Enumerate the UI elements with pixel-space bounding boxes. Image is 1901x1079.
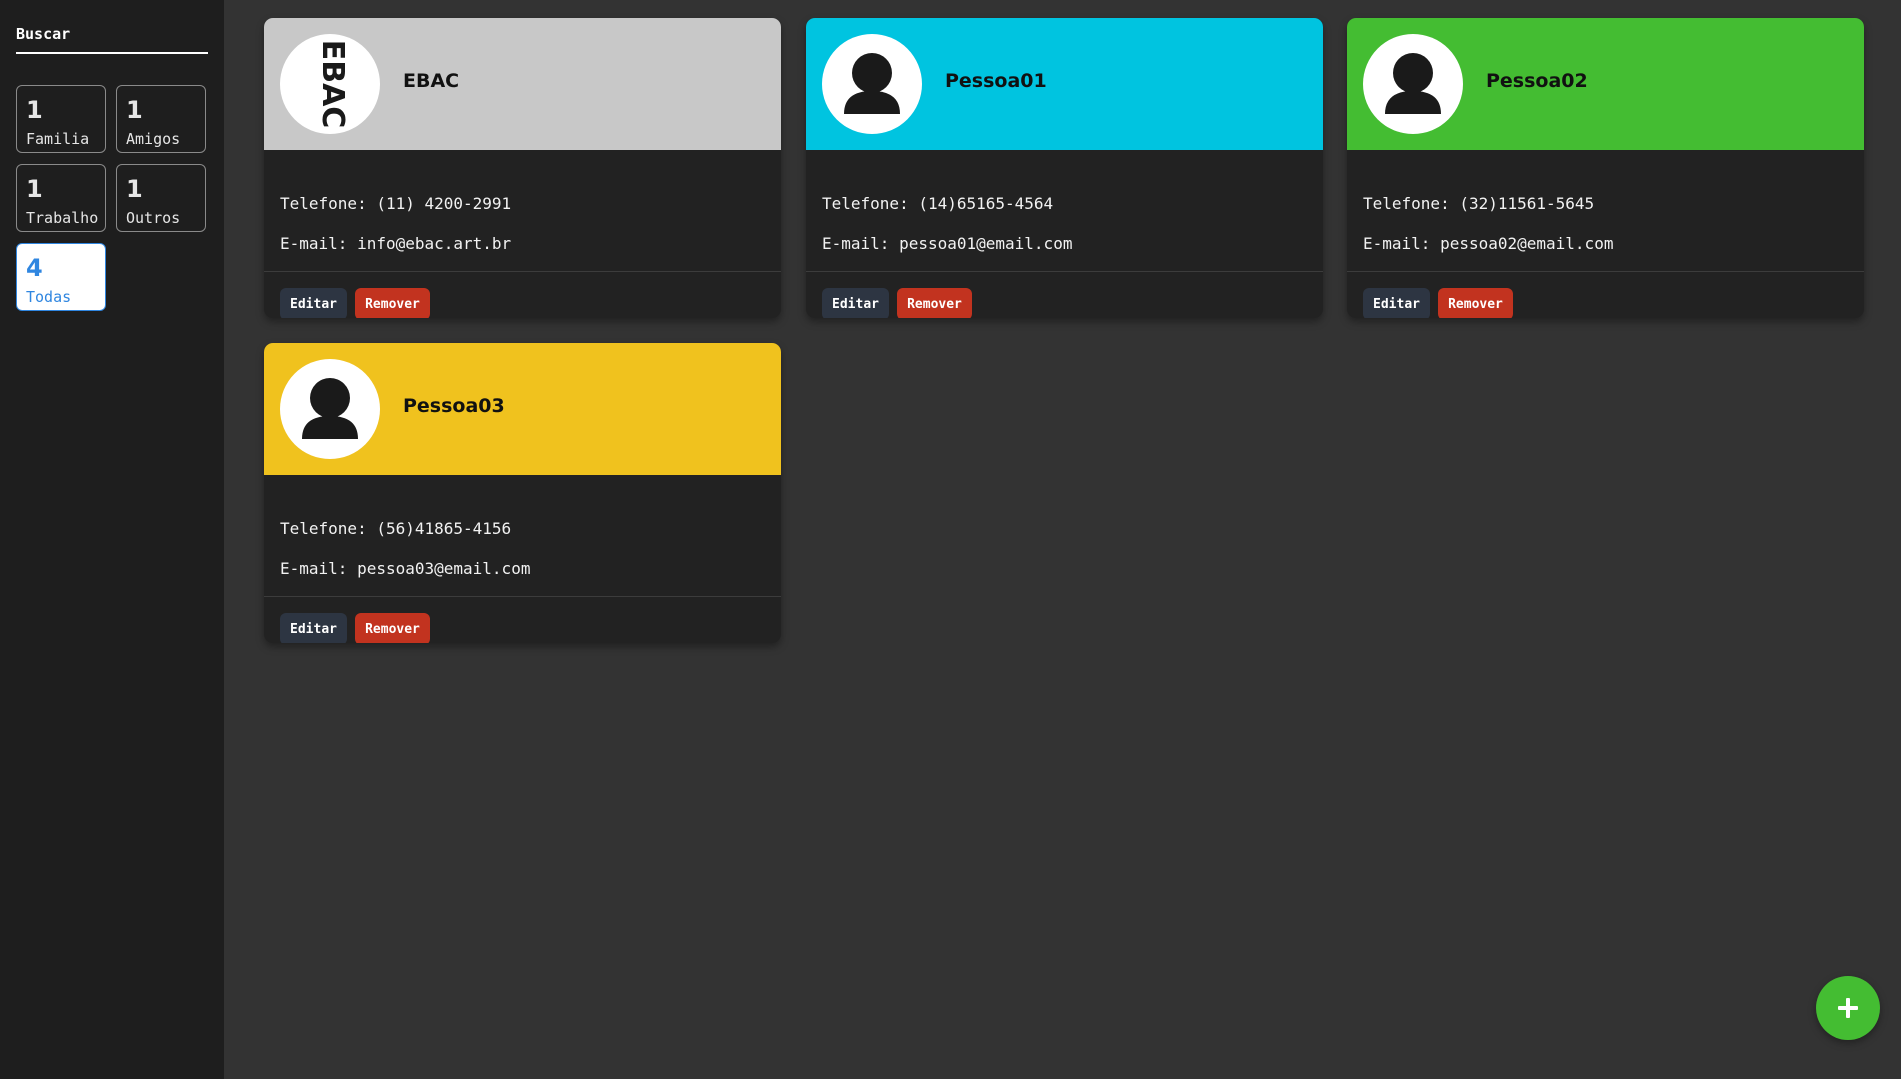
filter-familia[interactable]: 1 Familia — [16, 85, 106, 153]
edit-button[interactable]: Editar — [1363, 288, 1430, 318]
card-header: Pessoa02 — [1347, 18, 1864, 150]
contact-email: E-mail: pessoa01@email.com — [822, 234, 1073, 253]
contact-card: Pessoa03 Telefone: (56)41865-4156 E-mail… — [264, 343, 781, 643]
edit-button[interactable]: Editar — [822, 288, 889, 318]
svg-text:EBAC: EBAC — [315, 40, 350, 129]
person-icon — [302, 378, 358, 439]
filter-count: 1 — [26, 175, 43, 203]
divider — [806, 271, 1323, 272]
edit-button[interactable]: Editar — [280, 613, 347, 643]
divider — [264, 271, 781, 272]
remove-button[interactable]: Remover — [355, 613, 430, 643]
edit-button[interactable]: Editar — [280, 288, 347, 318]
contact-phone: Telefone: (56)41865-4156 — [280, 519, 512, 538]
contact-card: Pessoa01 Telefone: (14)65165-4564 E-mail… — [806, 18, 1323, 318]
filter-label: Familia — [26, 130, 90, 148]
filter-count: 1 — [26, 96, 43, 124]
search-input[interactable] — [16, 18, 208, 50]
avatar: EBAC — [280, 34, 380, 134]
filter-label: Trabalho — [26, 209, 99, 227]
card-header: Pessoa01 — [806, 18, 1323, 150]
contact-email: E-mail: info@ebac.art.br — [280, 234, 512, 253]
filter-outros[interactable]: 1 Outros — [116, 164, 206, 232]
person-icon — [1385, 53, 1441, 114]
filter-label: Outros — [126, 209, 181, 227]
contact-name: Pessoa03 — [403, 395, 505, 417]
card-header: Pessoa03 — [264, 343, 781, 475]
avatar — [280, 359, 380, 459]
person-icon — [844, 53, 900, 114]
filter-todas[interactable]: 4 Todas — [16, 243, 106, 311]
filter-count: 1 — [126, 175, 143, 203]
filter-label: Amigos — [126, 130, 181, 148]
filter-amigos[interactable]: 1 Amigos — [116, 85, 206, 153]
remove-button[interactable]: Remover — [355, 288, 430, 318]
contact-phone: Telefone: (32)11561-5645 — [1363, 194, 1595, 213]
contact-email: E-mail: pessoa02@email.com — [1363, 234, 1614, 253]
remove-button[interactable]: Remover — [897, 288, 972, 318]
filter-label: Todas — [26, 288, 72, 306]
ebac-logo-icon: EBAC — [315, 40, 350, 129]
contact-card: Pessoa02 Telefone: (32)11561-5645 E-mail… — [1347, 18, 1864, 318]
divider — [264, 596, 781, 597]
contact-phone: Telefone: (14)65165-4564 — [822, 194, 1054, 213]
plus-icon — [1838, 998, 1858, 1018]
contact-phone: Telefone: (11) 4200-2991 — [280, 194, 512, 213]
filter-count: 4 — [26, 254, 43, 282]
add-contact-button[interactable] — [1816, 976, 1880, 1040]
filter-trabalho[interactable]: 1 Trabalho — [16, 164, 106, 232]
sidebar: 1 Familia 1 Amigos 1 Trabalho 1 Outros 4… — [0, 0, 224, 1079]
avatar — [822, 34, 922, 134]
contact-name: EBAC — [403, 70, 460, 92]
filter-count: 1 — [126, 96, 143, 124]
divider — [1347, 271, 1864, 272]
contact-name: Pessoa01 — [945, 70, 1047, 92]
remove-button[interactable]: Remover — [1438, 288, 1513, 318]
card-header: EBAC EBAC — [264, 18, 781, 150]
search-field — [16, 18, 208, 54]
avatar — [1363, 34, 1463, 134]
contact-card: EBAC EBAC Telefone: (11) 4200-2991 E-mai… — [264, 18, 781, 318]
contact-name: Pessoa02 — [1486, 70, 1588, 92]
contact-email: E-mail: pessoa03@email.com — [280, 559, 531, 578]
